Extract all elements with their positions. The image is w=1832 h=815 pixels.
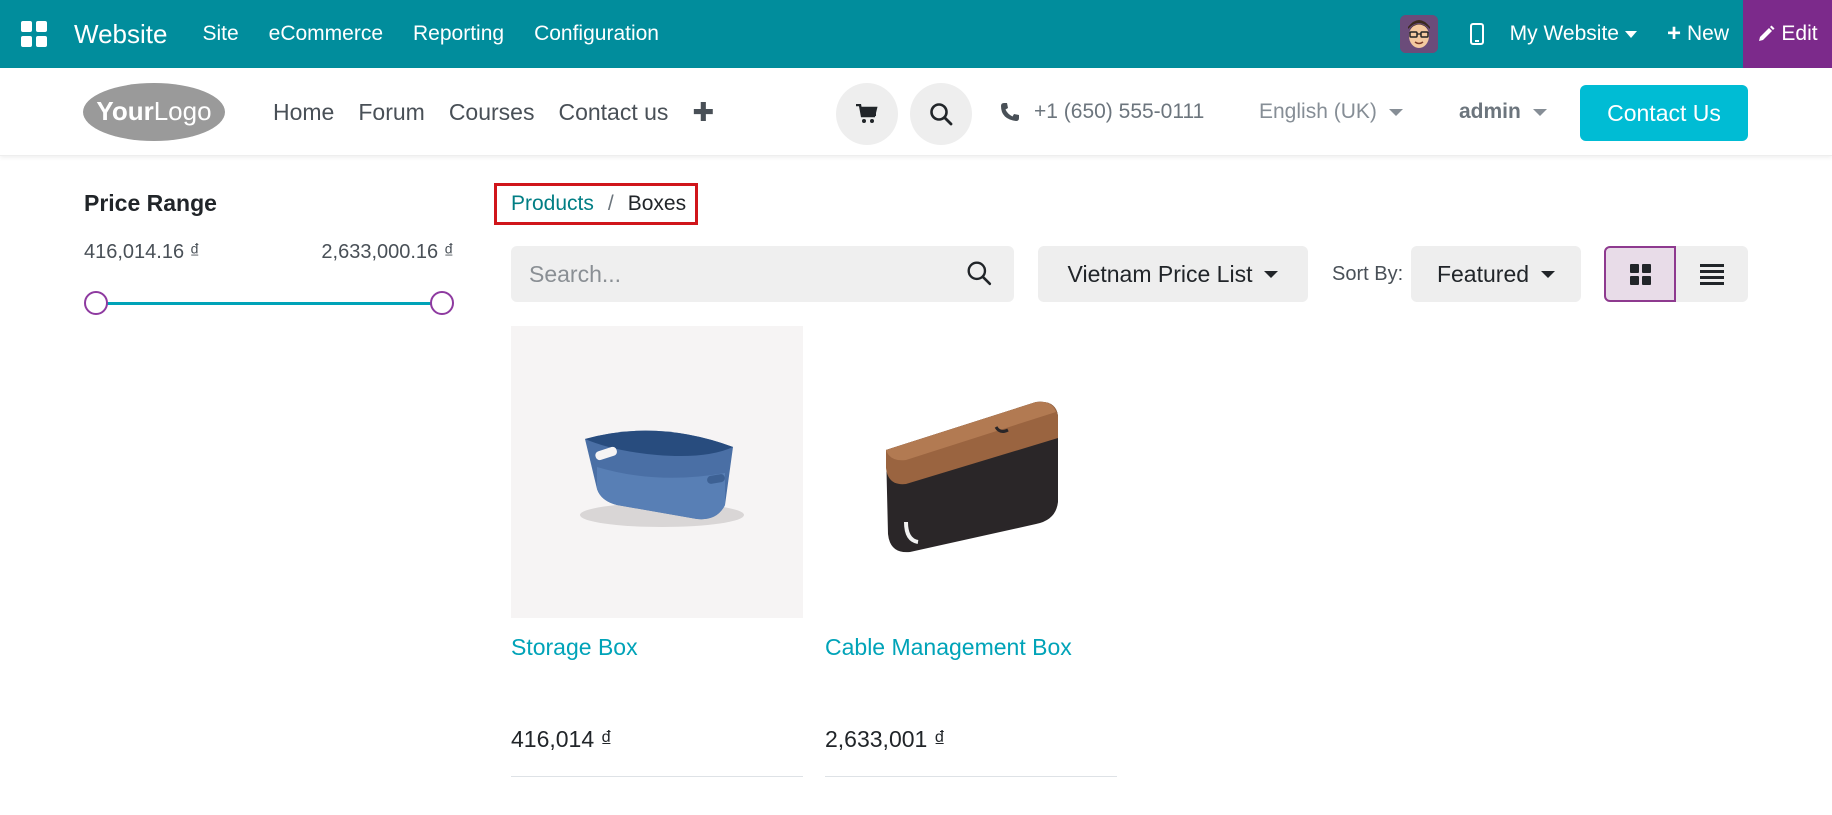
cable-box-picture	[886, 401, 1058, 553]
phone-icon	[1001, 103, 1019, 121]
nav-forum[interactable]: Forum	[358, 99, 424, 126]
menu-configuration[interactable]: Configuration	[519, 22, 674, 46]
min-price: 416,014.16 ₫	[84, 241, 200, 263]
slider-min-handle[interactable]	[84, 291, 108, 315]
pricelist-label: Vietnam Price List	[1067, 260, 1253, 287]
product-price: 416,014 ₫	[511, 726, 613, 752]
storage-box-image[interactable]	[511, 326, 803, 618]
grid-icon	[1629, 263, 1651, 285]
pencil-icon	[1759, 25, 1775, 41]
search-icon[interactable]	[966, 260, 992, 286]
sort-by-dropdown[interactable]: Featured	[1411, 246, 1581, 302]
apps-menu-icon[interactable]	[0, 0, 68, 68]
caret-down-icon	[1624, 30, 1637, 38]
website-switcher[interactable]: My Website	[1510, 22, 1637, 46]
slider-track	[96, 302, 442, 305]
nav-home[interactable]: Home	[273, 99, 334, 126]
website-header: YourLogo Home Forum Courses Contact us ✚…	[0, 68, 1832, 156]
storage-box-picture	[580, 430, 744, 527]
phone-number: +1 (650) 555-0111	[1034, 100, 1205, 123]
plus-icon: +	[1666, 20, 1681, 47]
pricelist-dropdown[interactable]: Vietnam Price List	[1038, 246, 1308, 302]
nav-contact-us[interactable]: Contact us	[558, 99, 668, 126]
product-name[interactable]: Cable Management Box	[825, 634, 1117, 661]
breadcrumb-current: Boxes	[627, 192, 687, 215]
slider-max-handle[interactable]	[430, 291, 454, 315]
header-search-button[interactable]	[910, 83, 972, 145]
breadcrumb-products-link[interactable]: Products	[511, 192, 594, 216]
caret-down-icon	[1264, 270, 1279, 278]
mobile-preview-icon[interactable]	[1469, 23, 1484, 45]
menu-reporting[interactable]: Reporting	[398, 22, 519, 46]
admin-navbar: Website Site eCommerce Reporting Configu…	[0, 0, 1832, 68]
price-range-title: Price Range	[84, 190, 217, 216]
price-range-values: 416,014.16 ₫ 2,633,000.16 ₫	[84, 241, 454, 264]
site-logo[interactable]: YourLogo	[82, 82, 226, 142]
cart-button[interactable]	[836, 83, 898, 145]
menu-ecommerce[interactable]: eCommerce	[254, 22, 398, 46]
product-name[interactable]: Storage Box	[511, 634, 803, 661]
menu-site[interactable]: Site	[187, 22, 253, 46]
cable-box-image[interactable]	[825, 326, 1117, 618]
breadcrumb-separator: /	[607, 192, 614, 215]
new-button[interactable]: + New	[1667, 20, 1729, 48]
new-button-label: New	[1686, 22, 1729, 45]
language-selector[interactable]: English (UK)	[1259, 68, 1403, 156]
breadcrumb: Products / Boxes	[494, 183, 698, 225]
user-avatar[interactable]	[1399, 15, 1438, 53]
filter-sidebar: Price Range 416,014.16 ₫ 2,633,000.16 ₫	[84, 190, 454, 316]
caret-down-icon	[1532, 108, 1547, 116]
search-icon	[930, 103, 953, 126]
contact-us-button[interactable]: Contact Us	[1580, 85, 1748, 141]
sort-by-label: Sort By:	[1332, 262, 1404, 285]
grid-view-button[interactable]	[1604, 246, 1676, 302]
card-divider	[825, 776, 1117, 777]
list-icon	[1700, 263, 1724, 285]
product-price: 2,633,001 ₫	[825, 726, 946, 752]
search-input[interactable]	[529, 260, 949, 288]
add-menu-item-icon[interactable]: ✚	[692, 97, 714, 128]
caret-down-icon	[1541, 270, 1556, 278]
card-divider	[511, 776, 803, 777]
caret-down-icon	[1388, 108, 1403, 116]
sort-by-value: Featured	[1436, 260, 1530, 287]
user-name: admin	[1459, 100, 1521, 123]
nav-courses[interactable]: Courses	[449, 99, 535, 126]
product-card[interactable]: Cable Management Box 2,633,001 ₫	[825, 326, 1117, 777]
cart-icon	[856, 104, 878, 123]
edit-button-label: Edit	[1781, 22, 1818, 45]
view-toggle	[1604, 246, 1748, 302]
list-view-button[interactable]	[1676, 246, 1748, 302]
product-card[interactable]: Storage Box 416,014 ₫	[511, 326, 803, 777]
website-switcher-label: My Website	[1509, 22, 1619, 45]
svg-text:YourLogo: YourLogo	[96, 96, 211, 126]
main-nav: Home Forum Courses Contact us ✚	[273, 68, 714, 156]
avatar-face-icon	[1399, 15, 1438, 53]
max-price: 2,633,000.16 ₫	[321, 241, 454, 263]
language-label: English (UK)	[1259, 100, 1377, 123]
app-title[interactable]: Website	[74, 19, 167, 50]
price-range-slider[interactable]	[84, 290, 454, 316]
user-menu[interactable]: admin	[1459, 68, 1547, 156]
header-phone[interactable]: +1 (650) 555-0111	[1000, 68, 1204, 156]
edit-button[interactable]: Edit	[1743, 0, 1832, 68]
product-search	[511, 246, 1014, 302]
